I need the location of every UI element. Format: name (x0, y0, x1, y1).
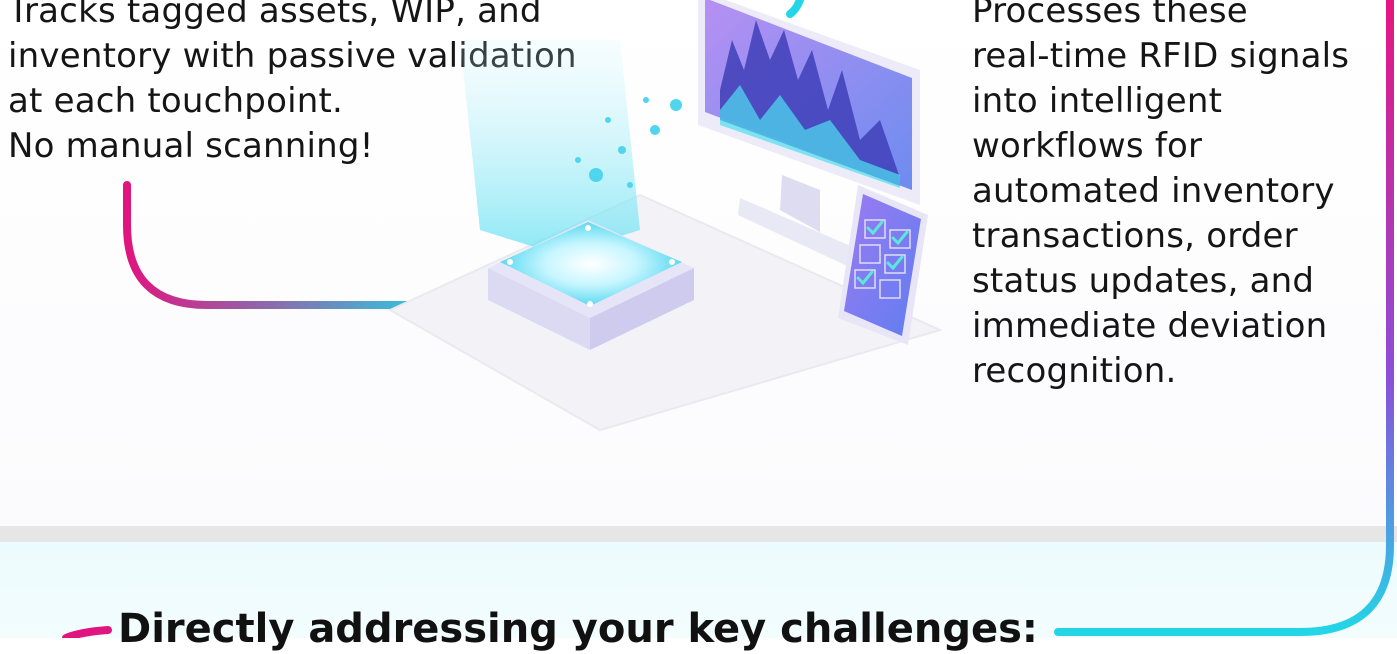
heading-left-connector (62, 626, 112, 638)
section-heading: Directly addressing your key challenges: (118, 606, 1038, 652)
light-beam (460, 40, 640, 255)
right-frame-line (1054, 0, 1394, 636)
rfid-illustration (387, 0, 943, 432)
